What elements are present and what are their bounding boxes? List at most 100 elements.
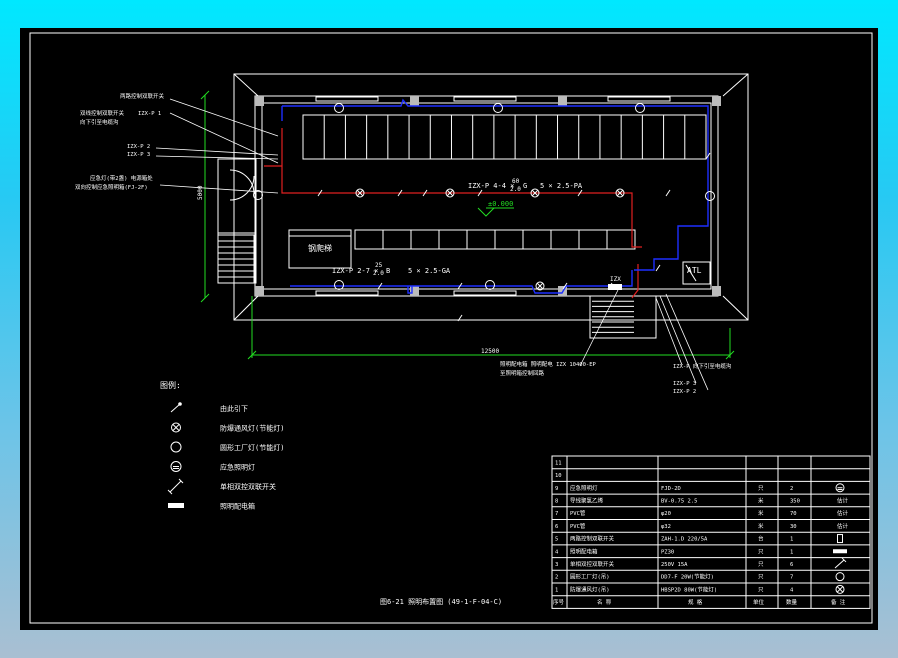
dimension-lines <box>200 90 735 360</box>
table-cell-no: 5 <box>555 537 558 543</box>
table-cell-name: PVC管 <box>570 509 586 517</box>
table-header-cell: 数量 <box>786 598 798 606</box>
switch-icon <box>665 189 671 197</box>
circuit-lower-frac-num: 25 <box>375 262 383 269</box>
table-cell-spec: φ32 <box>661 524 671 530</box>
circle-lamp-icon <box>485 280 495 290</box>
table-cell-no: 11 <box>555 460 562 466</box>
svg-text:±0.000: ±0.000 <box>488 200 513 208</box>
table-cell-qty: 6 <box>790 562 793 568</box>
legend: 由此引下防爆通风灯(节能灯) 圆形工厂灯(节能灯) 应急照明灯单相双控双联开关照明配… <box>167 402 284 511</box>
table-cell-name: PVC管 <box>570 522 586 530</box>
circuit-lower-cable: 5 × 2.5-GA <box>408 267 451 275</box>
switch-icon <box>655 264 661 272</box>
table-cell-spec: DD7-F 20W(节能灯) <box>661 573 714 581</box>
emergency-lamp-icon <box>170 461 182 472</box>
drawing-caption: 图6-21 照明布置图 (49-1-F-04-C) <box>380 597 502 606</box>
legend-label: 应急照明灯 <box>220 463 255 472</box>
table-cell-note: 估计 <box>837 522 849 530</box>
table-cell-no: 9 <box>555 486 558 492</box>
circle-lamp-icon <box>334 280 344 290</box>
legend-label: 单相双控双联开关 <box>220 482 276 491</box>
equipment-table: 11109 应急照明灯 FJD-2D 只 28 导线聚氯乙烯 BV-0.75 2.5 米 350… <box>551 455 871 609</box>
table-cell-unit: 米 <box>758 496 764 504</box>
table-header-cell: 序号 <box>553 598 565 606</box>
table-cell-name: 导线聚氯乙烯 <box>570 496 604 504</box>
battery-rack-top <box>302 114 707 160</box>
table-cell-spec: HBSP2D 80W(节能灯) <box>661 585 717 593</box>
panel-icon <box>833 549 847 554</box>
callout-left-text: IZX-P 2 <box>127 144 150 150</box>
ceiling-lamp-icon <box>171 422 181 433</box>
switch-icon <box>167 478 184 495</box>
table-cell-unit: 只 <box>758 586 764 593</box>
table-cell-name: 圆形工厂灯(吊) <box>570 573 610 581</box>
callouts-bottom: 照明配电箱 照明配电 IZX 10400-EP至照明箱控制回路 <box>500 360 597 377</box>
legend-label: 由此引下 <box>220 404 248 413</box>
elevation-mark: ±0.000 <box>477 200 514 217</box>
table-cell-note: 估计 <box>837 509 849 517</box>
table-cell-no: 6 <box>555 524 558 530</box>
table-cell-qty: 1 <box>790 537 793 543</box>
circuit-main-cable: 5 × 2.5-PA <box>540 182 583 190</box>
circuit-lower-suffix: B <box>386 267 390 275</box>
switch-icon <box>834 557 847 569</box>
circuit-lower-frac-den: 2.0 <box>373 270 384 277</box>
panel-icon <box>168 503 184 508</box>
table-cell-spec: BV-0.75 2.5 <box>661 498 697 504</box>
table-cell-qty: 350 <box>790 498 800 504</box>
table-cell-unit: 只 <box>758 548 764 555</box>
circle-lamp-icon <box>170 441 182 453</box>
table-cell-qty: 1 <box>790 549 793 555</box>
callout-bottom-text: 照明配电箱 照明配电 IZX 10400-EP <box>500 360 597 368</box>
table-cell-qty: 30 <box>790 524 797 530</box>
emergency-lamp-icon <box>835 483 845 493</box>
ceiling-lamp-icon <box>835 584 845 594</box>
stair-bottom <box>592 300 634 333</box>
table-cell-no: 2 <box>555 575 558 581</box>
legend-label: 照明配电箱 <box>220 502 255 511</box>
cad-canvas: 钢爬梯 IZX-P 4-4 × 60 2.0 G 5 × 2.5-PA IZX-… <box>20 28 878 630</box>
table-cell-spec: FJD-2D <box>661 486 681 492</box>
table-cell-name: 单相双控双联开关 <box>570 560 615 568</box>
callout-left-text: 双线控制双联开关 <box>80 109 125 117</box>
table-cell-no: 3 <box>555 562 558 568</box>
callout-left-text: IZX-P 1 <box>138 111 161 117</box>
legend-label: 防爆通风灯(节能灯) <box>220 424 284 433</box>
table-cell-qty: 70 <box>790 511 797 517</box>
battery-rack-bottom <box>354 229 636 250</box>
circle-lamp-icon <box>334 103 344 113</box>
columns <box>255 96 721 296</box>
table-header-cell: 备 注 <box>831 598 846 606</box>
callout-right-text: IZX-P 3 <box>673 381 696 387</box>
circuit-main-frac-num: 60 <box>512 178 520 185</box>
distribution-box <box>608 284 622 290</box>
table-cell-unit: 只 <box>758 485 764 492</box>
left-entry <box>217 158 257 284</box>
table-cell-name: 两路控制双联开关 <box>570 535 615 543</box>
callouts-right: IZX-P 向下引至电缆沟 IZX-P 3 IZX-P 2 <box>673 362 732 395</box>
lamps-factory <box>253 103 715 290</box>
table-cell-qty: 2 <box>790 486 793 492</box>
table-cell-spec: ZAH-1.D 220/5A <box>661 537 708 543</box>
callout-left-text: IZX-P 3 <box>127 152 150 158</box>
legend-title: 图例: <box>160 380 181 390</box>
table-cell-qty: 4 <box>790 587 794 593</box>
callout-right-text: IZX-P 向下引至电缆沟 <box>673 362 732 370</box>
callout-lines-bottom <box>579 289 709 391</box>
table-cell-no: 8 <box>555 498 558 504</box>
callouts-left: 两路控制双联开关双线控制双联开关 IZX-P 1 向下引至电缆沟 IZX-P 2 IZX… <box>75 92 165 191</box>
table-cell-spec: 250V 15A <box>661 562 688 568</box>
table-header-cell: 规 格 <box>688 598 703 606</box>
callout-bottom-text: 至照明箱控制回路 <box>500 369 545 377</box>
callout-left-text: 双向控制应急照明箱(FJ-2F) <box>75 183 148 191</box>
circle-lamp-icon <box>705 191 715 201</box>
table-cell-unit: 只 <box>758 561 764 568</box>
callout-left-text: 应急灯(带2盏) 电源箱处 <box>90 174 153 182</box>
wiring-red <box>264 128 642 299</box>
callout-left-text: 向下引至电缆沟 <box>80 118 119 126</box>
callout-right-text: IZX-P 2 <box>673 389 696 395</box>
table-cell-qty: 7 <box>790 575 793 581</box>
room-label: 钢爬梯 <box>308 243 332 253</box>
lighting-plan-drawing: 钢爬梯 IZX-P 4-4 × 60 2.0 G 5 × 2.5-PA IZX-… <box>29 32 873 624</box>
